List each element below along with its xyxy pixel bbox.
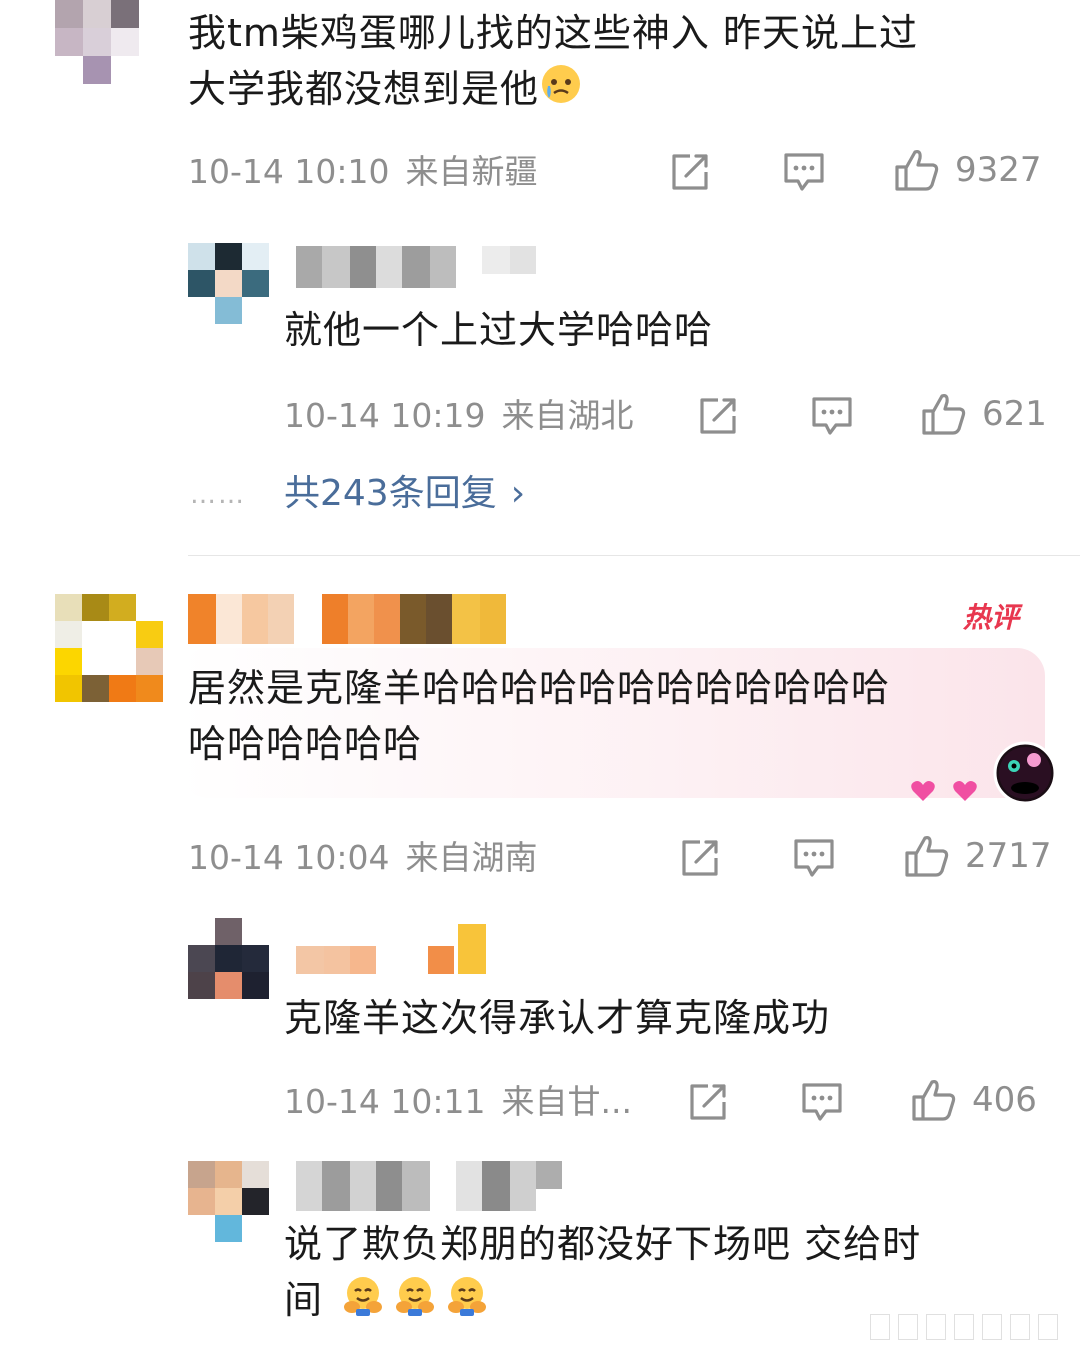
comment-meta: 10-14 10:04 来自湖南 [188,838,537,878]
like-button[interactable]: 621 [920,392,1047,436]
reply-location: 来自湖北 [501,396,634,435]
chevron-right-icon: › [510,473,526,514]
like-count: 621 [982,394,1047,434]
like-count: 406 [972,1080,1037,1120]
comment-icon [802,1083,842,1121]
share-icon [700,398,736,434]
avatar[interactable] [55,0,139,84]
share-button[interactable] [688,1080,730,1124]
reply-meta: 10-14 10:11 来自甘... [284,1082,632,1122]
reply-meta: 10-14 10:19 来自湖北 [284,396,633,436]
share-button[interactable] [680,836,722,880]
hugging-face-icon [444,1273,490,1332]
comment-button[interactable] [810,394,854,438]
share-icon [672,154,708,190]
username [296,246,536,288]
share-icon [690,1084,726,1120]
reply-time: 10-14 10:19 [284,396,486,435]
like-button[interactable]: 406 [910,1078,1037,1122]
share-icon [682,840,718,876]
sticker-icon [993,741,1057,805]
comment-time: 10-14 10:04 [188,838,390,877]
divider [188,555,1080,556]
like-icon [912,1080,956,1121]
username-blur [296,946,480,974]
like-button[interactable]: 9327 [893,148,1042,192]
comment-text: 居然是克隆羊哈哈哈哈哈哈哈哈哈哈哈哈 哈哈哈哈哈哈 [188,666,891,766]
like-count: 2717 [965,836,1052,876]
reply-location: 来自甘... [501,1082,632,1121]
hugging-face-icon [392,1273,438,1332]
username-badge [458,924,486,974]
username [296,1161,562,1211]
avatar[interactable] [55,594,163,702]
heart-icon [911,781,935,801]
like-button[interactable]: 2717 [903,834,1052,878]
heart-icon [953,781,977,801]
reply-text: 克隆羊这次得承认才算克隆成功 [284,996,831,1040]
like-count: 9327 [955,150,1042,190]
share-button[interactable] [670,150,712,194]
like-icon [895,150,939,191]
comment-button[interactable] [792,836,836,880]
like-icon [905,836,949,877]
crying-face-icon [539,62,583,121]
hugging-face-icon [340,1273,386,1332]
comment-button[interactable] [800,1080,844,1124]
avatar[interactable] [188,243,269,324]
avatar[interactable] [188,1161,269,1242]
reply-text: 就他一个上过大学哈哈哈 [284,308,714,352]
hot-comment-badge: 热评 [963,601,1020,634]
watermark [870,1314,1070,1342]
comment-location: 来自新疆 [405,152,538,191]
comment-icon [812,397,852,435]
username [188,594,506,644]
comment-text: 我tm柴鸡蛋哪儿找的这些神入 昨天说上过 大学我都没想到是他 [188,5,1038,121]
share-button[interactable] [698,394,740,438]
comment-time: 10-14 10:10 [188,152,390,191]
view-more-replies-link[interactable]: 共243条回复 › [284,472,525,516]
reply-time: 10-14 10:11 [284,1082,486,1121]
comment-icon [784,153,824,191]
comment-meta: 10-14 10:10 来自新疆 [188,152,537,192]
comment-button[interactable] [782,150,826,194]
like-icon [922,394,966,435]
avatar[interactable] [188,918,269,999]
comment-icon [794,839,834,877]
comment-location: 来自湖南 [405,838,538,877]
more-dots: …… [190,480,246,510]
